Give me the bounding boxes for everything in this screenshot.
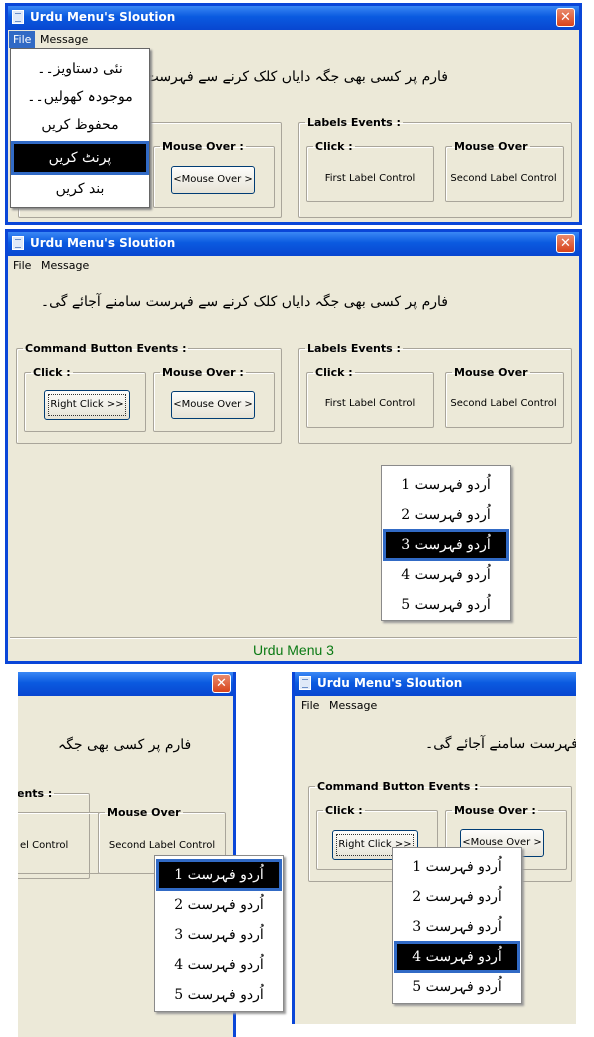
command-mouseover-legend: Mouse Over : <box>162 366 244 379</box>
popup-item-1[interactable]: اُردو فہرست 1 <box>386 472 506 498</box>
command-mouseover-legend: Mouse Over : <box>162 140 244 153</box>
command-click-legend: Click : <box>33 366 71 379</box>
label-click-legend: Click : <box>315 140 353 153</box>
first-label-control-partial[interactable]: el Control <box>20 840 68 851</box>
label-events-legend: Labels Events : <box>307 342 401 355</box>
menu-bar: File Message <box>8 30 579 48</box>
popup-item-1[interactable]: اُردو فہرست 1 <box>397 854 517 880</box>
menu-file[interactable]: File <box>301 699 319 712</box>
popup-item-5[interactable]: اُردو فہرست 5 <box>159 982 279 1008</box>
popup-item-4[interactable]: اُردو فہرست 4 <box>386 562 506 588</box>
popup-item-4[interactable]: اُردو فہرست 4 <box>394 941 520 973</box>
app-icon <box>12 236 24 250</box>
second-label-control[interactable]: Second Label Control <box>100 840 224 851</box>
instruction-text-partial: سے فہرست سامنے آجائے گی۔ <box>425 736 576 752</box>
command-events-legend: Command Button Events : <box>317 780 479 793</box>
title-bar[interactable]: Urdu Menu's Sloution ✕ <box>8 232 579 256</box>
label-mouseover-group: Mouse Over <box>445 366 564 428</box>
mouse-over-button[interactable]: <Mouse Over > <box>171 391 255 419</box>
app-icon <box>299 676 311 690</box>
app-icon <box>12 10 24 24</box>
menu-bar: File Message <box>295 696 576 714</box>
menu-message[interactable]: Message <box>329 699 377 712</box>
file-menu-print[interactable]: پرنٹ کریں <box>11 141 149 175</box>
label-mouseover-legend: Mouse Over <box>454 366 528 379</box>
label-click-group: Click : <box>306 140 434 202</box>
label-mouseover-legend: Mouse Over <box>107 806 181 819</box>
label-click-legend: Click : <box>315 366 353 379</box>
file-menu-new[interactable]: نئی دستاویز۔۔ <box>14 55 146 83</box>
close-button[interactable]: ✕ <box>212 674 231 693</box>
file-menu-open[interactable]: موجودہ کھولیں۔۔ <box>14 83 146 111</box>
window-title: Urdu Menu's Sloution <box>30 10 176 24</box>
window-title: Urdu Menu's Sloution <box>30 236 176 250</box>
menu-bar: File Message <box>8 256 579 274</box>
close-button[interactable]: ✕ <box>556 8 575 27</box>
right-click-button[interactable]: Right Click >> <box>44 390 130 420</box>
status-label: Urdu Menu 3 <box>10 637 577 662</box>
popup-item-3[interactable]: اُردو فہرست 3 <box>397 914 517 940</box>
window-title: Urdu Menu's Sloution <box>317 676 463 690</box>
instruction-text-partial: فارم پر کسی بھی جگہ <box>58 737 192 753</box>
popup-item-5[interactable]: اُردو فہرست 5 <box>397 974 517 1000</box>
file-menu-save[interactable]: محفوظ کریں <box>14 111 146 139</box>
first-label-control[interactable]: First Label Control <box>308 173 432 184</box>
menu-message[interactable]: Message <box>40 33 88 46</box>
first-label-control[interactable]: First Label Control <box>308 398 432 409</box>
file-menu-close[interactable]: بند کریں <box>14 175 146 203</box>
command-events-legend: ents : <box>18 787 53 800</box>
popup-item-1[interactable]: اُردو فہرست 1 <box>156 859 282 891</box>
title-bar[interactable]: Urdu Menu's Sloution ✕ <box>8 6 579 30</box>
menu-message[interactable]: Message <box>41 259 89 272</box>
popup-item-3[interactable]: اُردو فہرست 3 <box>383 529 509 561</box>
file-dropdown-menu: نئی دستاویز۔۔ موجودہ کھولیں۔۔ محفوظ کریں… <box>10 48 150 208</box>
popup-item-3[interactable]: اُردو فہرست 3 <box>159 922 279 948</box>
command-click-legend: Click : <box>325 804 363 817</box>
context-popup-menu: اُردو فہرست 1 اُردو فہرست 2 اُردو فہرست … <box>392 847 522 1004</box>
popup-item-4[interactable]: اُردو فہرست 4 <box>159 952 279 978</box>
label-click-group: Click : <box>306 366 434 428</box>
label-events-legend: Labels Events : <box>307 116 401 129</box>
instruction-text: فارم پر کسی بھی جگہ دایاں کلک کرنے سے فہ… <box>40 294 448 310</box>
title-bar[interactable]: ✕ <box>18 672 233 696</box>
instruction-text: فارم پر کسی بھی جگہ دایاں کلک کرنے سے فہ… <box>40 69 448 85</box>
popup-item-2[interactable]: اُردو فہرست 2 <box>397 884 517 910</box>
second-label-control[interactable]: Second Label Control <box>445 398 562 409</box>
context-popup-menu: اُردو فہرست 1 اُردو فہرست 2 اُردو فہرست … <box>381 465 511 621</box>
label-mouseover-group: Mouse Over <box>445 140 564 202</box>
menu-file[interactable]: File <box>9 31 36 48</box>
mouse-over-button[interactable]: <Mouse Over > <box>171 166 255 194</box>
title-bar[interactable]: Urdu Menu's Sloution <box>295 672 576 696</box>
context-popup-menu: اُردو فہرست 1 اُردو فہرست 2 اُردو فہرست … <box>154 855 284 1012</box>
label-mouseover-legend: Mouse Over <box>454 140 528 153</box>
close-button[interactable]: ✕ <box>556 234 575 253</box>
popup-item-2[interactable]: اُردو فہرست 2 <box>386 502 506 528</box>
popup-item-2[interactable]: اُردو فہرست 2 <box>159 892 279 918</box>
window-panel-1: Urdu Menu's Sloution ✕ File Message فارم… <box>5 3 582 225</box>
popup-item-5[interactable]: اُردو فہرست 5 <box>386 592 506 618</box>
second-label-control[interactable]: Second Label Control <box>445 173 562 184</box>
command-mouseover-legend: Mouse Over : <box>454 804 536 817</box>
command-events-legend: Command Button Events : <box>25 342 187 355</box>
window-panel-2: Urdu Menu's Sloution ✕ File Message فارم… <box>5 229 582 664</box>
menu-file[interactable]: File <box>13 259 31 272</box>
